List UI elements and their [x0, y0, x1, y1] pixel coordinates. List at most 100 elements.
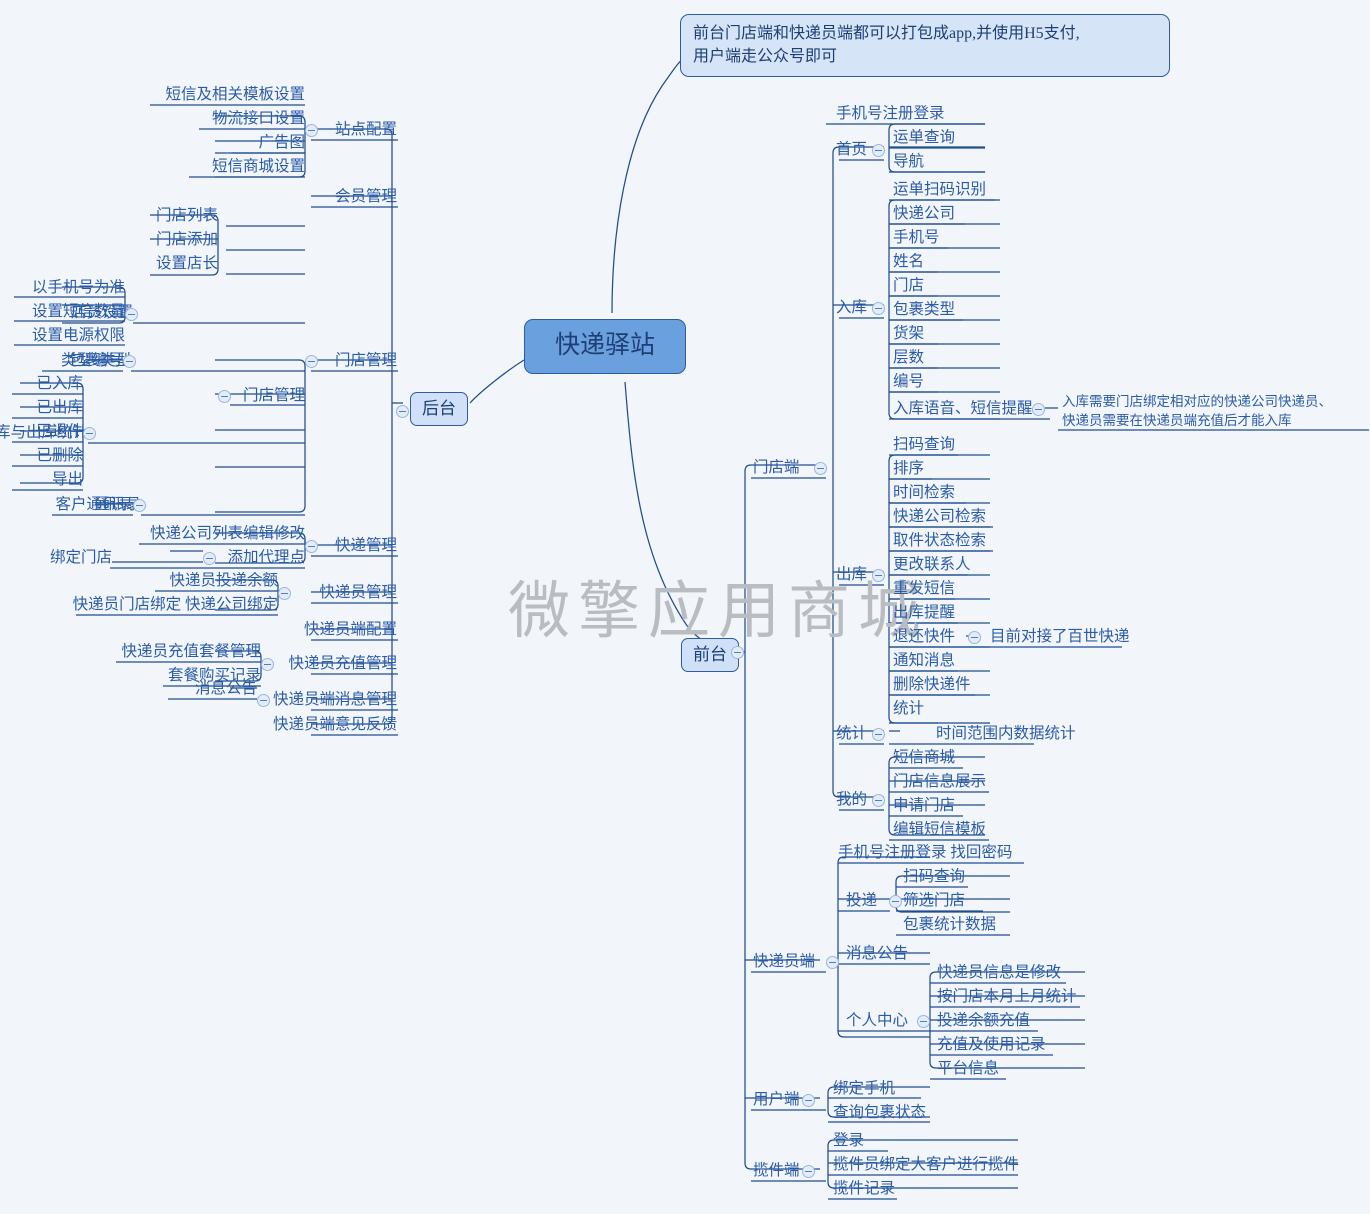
personal-courier-info-edit[interactable]: 快递员信息是修改 — [937, 963, 1061, 983]
courier-delivery-balance[interactable]: 快递员投递余额 — [169, 571, 278, 591]
delivery-scan-query[interactable]: 扫码查询 — [903, 867, 965, 887]
inbound-number[interactable]: 编号 — [893, 372, 924, 392]
outbound-reminder[interactable]: 出库提醒 — [893, 603, 955, 623]
stats-deleted[interactable]: 已删除 — [36, 446, 83, 466]
toggle-backend-icon[interactable] — [396, 405, 409, 418]
express-add-agent-point[interactable]: 添加代理点 — [227, 548, 305, 568]
outbound-resend-sms[interactable]: 重发短信 — [893, 579, 955, 599]
site-config-sms-mall[interactable]: 短信商城设置 — [212, 157, 305, 177]
backend-site-config[interactable]: 站点配置 — [335, 120, 397, 140]
outbound-delete-parcel[interactable]: 删除快递件 — [893, 675, 971, 695]
toggle-inbound-reminder-icon[interactable] — [1032, 403, 1045, 416]
toggle-frontend-icon[interactable] — [731, 646, 744, 659]
home-navigation[interactable]: 导航 — [893, 152, 924, 172]
mine-edit-sms-template[interactable]: 编辑短信模板 — [893, 820, 986, 840]
store-mgmt-sub-store-management[interactable]: 门店管理 — [243, 386, 305, 406]
inbound-waybill-scan[interactable]: 运单扫码识别 — [893, 180, 986, 200]
backend-courier-app-config[interactable]: 快递员端配置 — [304, 620, 397, 640]
toggle-courier-client-icon[interactable] — [826, 956, 839, 969]
outbound-time-search[interactable]: 时间检索 — [893, 483, 955, 503]
home-phone-register-login[interactable]: 手机号注册登录 — [836, 104, 945, 124]
outbound-sort[interactable]: 排序 — [893, 459, 924, 479]
home-waybill-query[interactable]: 运单查询 — [893, 128, 955, 148]
stats-out-stock[interactable]: 已出库 — [36, 398, 83, 418]
store-client-outbound[interactable]: 出库 — [836, 565, 867, 585]
outbound-scan-query[interactable]: 扫码查询 — [893, 435, 955, 455]
personal-balance-recharge[interactable]: 投递余额充值 — [937, 1011, 1030, 1031]
courier-recharge-package-management[interactable]: 快递员充值套餐管理 — [121, 642, 261, 662]
toggle-express-management-icon[interactable] — [305, 540, 318, 553]
outbound-pickup-status-search[interactable]: 取件状态检索 — [893, 531, 986, 551]
clerk-sms-count[interactable]: 设置短信数量 — [32, 302, 125, 322]
stats-export[interactable]: 导出 — [52, 470, 83, 490]
store-client-home[interactable]: 首页 — [836, 140, 867, 160]
outbound-return-parcel[interactable]: 退还快件 — [893, 627, 955, 647]
toggle-personal-center-icon[interactable] — [917, 1015, 930, 1028]
backend-courier-management[interactable]: 快递员管理 — [319, 583, 397, 603]
pickup-record[interactable]: 揽件记录 — [833, 1179, 895, 1199]
courier-store-company-bind[interactable]: 快递员门店绑定 快递公司绑定 — [73, 595, 278, 615]
toggle-inout-stats-icon[interactable] — [83, 427, 96, 440]
toggle-site-config-icon[interactable] — [305, 124, 318, 137]
backend-express-management[interactable]: 快递管理 — [335, 536, 397, 556]
toggle-return-parcel-icon[interactable] — [968, 631, 981, 644]
outbound-statistics[interactable]: 统计 — [893, 699, 924, 719]
inbound-layer[interactable]: 层数 — [893, 348, 924, 368]
outbound-company-search[interactable]: 快递公司检索 — [893, 507, 986, 527]
toggle-clerk-settings-icon[interactable] — [125, 308, 138, 321]
courier-delivery[interactable]: 投递 — [846, 891, 877, 911]
store-client-inbound[interactable]: 入库 — [836, 298, 867, 318]
toggle-courier-recharge-icon[interactable] — [261, 658, 274, 671]
courier-announcement[interactable]: 消息公告 — [846, 944, 908, 964]
toggle-courier-management-icon[interactable] — [278, 587, 291, 600]
backend-courier-recharge-management[interactable]: 快递员充值管理 — [288, 654, 397, 674]
mine-apply-store[interactable]: 申请门店 — [893, 796, 955, 816]
toggle-add-agent-point-icon[interactable] — [203, 552, 216, 565]
stats-returned[interactable]: 已退件 — [36, 422, 83, 442]
frontend-courier-client[interactable]: 快递员端 — [753, 952, 815, 972]
customer-contacts[interactable]: 客户通讯录 — [55, 495, 133, 515]
clerk-power-permission[interactable]: 设置电源权限 — [32, 326, 125, 346]
inbound-voice-sms-reminder[interactable]: 入库语音、短信提醒 — [893, 399, 1033, 419]
toggle-pickup-client-icon[interactable] — [802, 1165, 815, 1178]
store-client-statistics[interactable]: 统计 — [836, 724, 867, 744]
toggle-inbound-icon[interactable] — [872, 302, 885, 315]
mine-sms-mall[interactable]: 短信商城 — [893, 748, 955, 768]
frontend-user-client[interactable]: 用户端 — [753, 1090, 800, 1110]
personal-platform-info[interactable]: 平台信息 — [937, 1059, 999, 1079]
toggle-courier-delivery-icon[interactable] — [889, 895, 902, 908]
toggle-contacts-icon[interactable] — [133, 499, 146, 512]
toggle-mine-icon[interactable] — [872, 794, 885, 807]
toggle-outbound-icon[interactable] — [872, 569, 885, 582]
pickup-bind-big-customer[interactable]: 揽件员绑定大客户进行揽件 — [833, 1155, 1019, 1175]
outbound-notify-message[interactable]: 通知消息 — [893, 651, 955, 671]
toggle-package-type-icon[interactable] — [123, 355, 136, 368]
express-bind-store[interactable]: 绑定门店 — [50, 548, 112, 568]
branch-frontend[interactable]: 前台 — [681, 638, 739, 672]
backend-courier-feedback[interactable]: 快递员端意见反馈 — [273, 715, 397, 735]
delivery-filter-store[interactable]: 筛选门店 — [903, 891, 965, 911]
toggle-home-icon[interactable] — [872, 144, 885, 157]
store-client-mine[interactable]: 我的 — [836, 790, 867, 810]
site-config-ad-image[interactable]: 广告图 — [258, 133, 305, 153]
toggle-sub-store-management-icon[interactable] — [218, 390, 231, 403]
package-type-code[interactable]: 类型编号 — [61, 351, 123, 371]
statistics-time-range[interactable]: 时间范围内数据统计 — [936, 724, 1076, 744]
user-query-parcel-status[interactable]: 查询包裹状态 — [833, 1103, 926, 1123]
backend-member-management[interactable]: 会员管理 — [335, 187, 397, 207]
frontend-store-client[interactable]: 门店端 — [753, 458, 800, 478]
inbound-phone[interactable]: 手机号 — [893, 228, 940, 248]
stats-in-stock[interactable]: 已入库 — [36, 374, 83, 394]
inbound-store[interactable]: 门店 — [893, 276, 924, 296]
inbound-express-company[interactable]: 快递公司 — [893, 204, 955, 224]
pickup-login[interactable]: 登录 — [833, 1131, 864, 1151]
courier-personal-center[interactable]: 个人中心 — [846, 1011, 908, 1031]
personal-monthly-store-stats[interactable]: 按门店本月上月统计 — [937, 987, 1077, 1007]
toggle-statistics-icon[interactable] — [872, 728, 885, 741]
branch-backend[interactable]: 后台 — [410, 392, 468, 426]
delivery-package-statistics[interactable]: 包裹统计数据 — [903, 915, 996, 935]
toggle-courier-message-icon[interactable] — [257, 694, 270, 707]
user-bind-phone[interactable]: 绑定手机 — [833, 1079, 895, 1099]
inbound-package-type[interactable]: 包裹类型 — [893, 300, 955, 320]
site-config-sms-template[interactable]: 短信及相关模板设置 — [165, 85, 305, 105]
